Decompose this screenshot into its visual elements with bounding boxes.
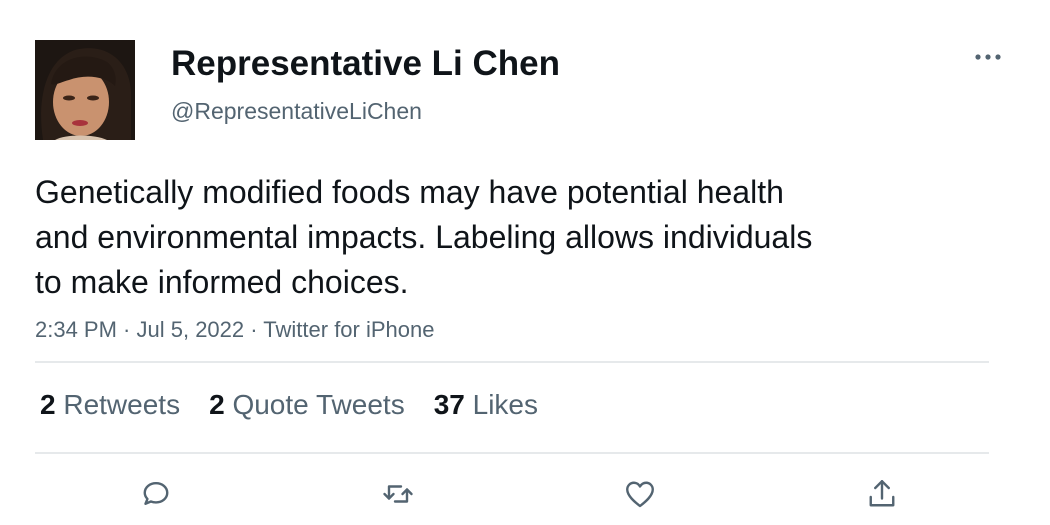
tweet-source[interactable]: Twitter for iPhone bbox=[263, 317, 434, 342]
handle[interactable]: @RepresentativeLiChen bbox=[171, 97, 422, 125]
quote-tweets-stat[interactable]: 2 Quote Tweets bbox=[209, 389, 405, 421]
tweet-date[interactable]: Jul 5, 2022 bbox=[137, 317, 245, 342]
meta-separator: · bbox=[244, 317, 264, 342]
more-options-icon[interactable] bbox=[968, 42, 1008, 72]
quote-tweets-label: Quote Tweets bbox=[232, 389, 405, 420]
retweets-count: 2 bbox=[40, 389, 56, 420]
likes-count: 37 bbox=[433, 389, 465, 420]
profile-photo bbox=[35, 40, 135, 140]
meta-separator: · bbox=[116, 317, 137, 342]
display-name[interactable]: Representative Li Chen bbox=[171, 42, 560, 86]
retweets-label: Retweets bbox=[63, 389, 181, 420]
likes-label: Likes bbox=[472, 389, 539, 420]
tweet-metadata: 2:34 PM · Jul 5, 2022 · Twitter for iPho… bbox=[35, 315, 434, 345]
retweets-stat[interactable]: 2 Retweets bbox=[40, 389, 180, 421]
avatar[interactable] bbox=[35, 40, 135, 140]
divider bbox=[35, 452, 989, 454]
tweet-text: Genetically modified foods may have pote… bbox=[35, 174, 813, 300]
engagement-stats: 2 Retweets 2 Quote Tweets 37 Likes bbox=[40, 386, 567, 424]
reply-icon[interactable] bbox=[134, 474, 178, 514]
likes-stat[interactable]: 37 Likes bbox=[434, 389, 538, 421]
divider bbox=[35, 361, 989, 363]
retweet-icon[interactable] bbox=[376, 474, 420, 514]
quote-tweets-count: 2 bbox=[209, 389, 225, 420]
like-icon[interactable] bbox=[618, 474, 662, 514]
tweet-time[interactable]: 2:34 PM bbox=[35, 317, 117, 342]
share-icon[interactable] bbox=[860, 474, 904, 514]
